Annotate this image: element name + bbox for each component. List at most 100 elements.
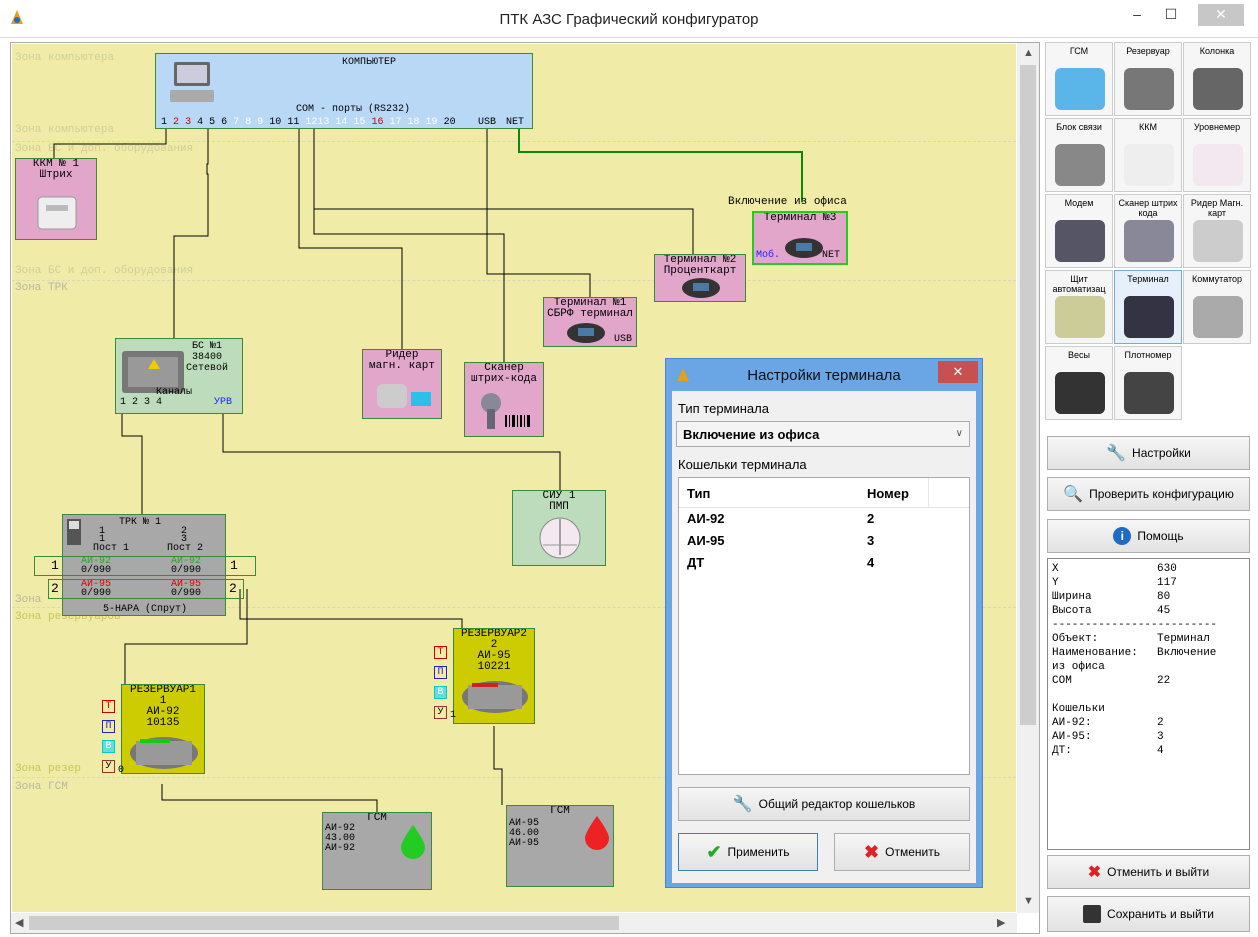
check-config-button[interactable]: 🔍 Проверить конфигурацию — [1047, 477, 1250, 511]
tool-tank[interactable]: Резервуар — [1114, 42, 1182, 116]
info-value: Терминал — [1157, 633, 1210, 645]
column-type[interactable]: Тип — [679, 478, 859, 507]
reservoir-2-node[interactable]: РЕЗЕРВУАР2 2 АИ-95 10221 — [453, 628, 535, 724]
list-item[interactable]: ДТ 4 — [679, 552, 969, 574]
tool-panel[interactable]: Щит автоматизац — [1045, 270, 1113, 344]
list-item[interactable]: АИ-92 2 — [679, 508, 969, 530]
tool-densimeter[interactable]: Плотномер — [1114, 346, 1182, 420]
reservoir-1-volume: 10135 — [146, 717, 180, 729]
scales-icon — [1055, 372, 1105, 414]
tool-label: Весы — [1068, 350, 1090, 360]
usb-port-label: USB — [478, 117, 497, 128]
horizontal-scrollbar[interactable]: ◀ ▶ — [11, 913, 1017, 933]
terminal-type-select[interactable]: Включение из офиса ∨ — [676, 421, 970, 447]
save-exit-button[interactable]: Сохранить и выйти — [1047, 896, 1250, 932]
info-key: COM — [1052, 675, 1072, 687]
trk-model: 5-НАРА (Спрут) — [103, 604, 188, 615]
cancel-exit-button[interactable]: ✖ Отменить и выйти — [1047, 855, 1250, 889]
reservoir-1-p-sensor[interactable]: П — [102, 720, 115, 733]
reservoir-2-u-sensor[interactable]: У — [434, 706, 447, 719]
trk-volume: 0/990 — [171, 565, 202, 576]
tool-level-gauge[interactable]: Уровнемер — [1183, 118, 1251, 192]
trk-title: ТРК № 1 — [119, 517, 162, 528]
column-number[interactable]: Номер — [859, 478, 929, 507]
info-value: 117 — [1157, 577, 1177, 589]
tool-modem[interactable]: Модем — [1045, 194, 1113, 268]
reservoir-2-v-sensor[interactable]: В — [434, 686, 447, 699]
help-button[interactable]: i Помощь — [1047, 519, 1250, 553]
info-value: 22 — [1157, 675, 1171, 687]
wallets-list[interactable]: Тип Номер АИ-92 2 АИ-95 3 ДТ 4 — [678, 477, 970, 775]
tool-scales[interactable]: Весы — [1045, 346, 1113, 420]
gsm-1-node[interactable]: ГСМ АИ-92 43.00 АИ-92 — [322, 812, 432, 890]
tool-label: Резервуар — [1126, 46, 1170, 56]
wallet-number: 4 — [867, 555, 875, 570]
scroll-right-icon[interactable]: ▶ — [997, 916, 1005, 929]
checkmark-icon: ✔ — [706, 841, 722, 862]
apply-button[interactable]: ✔ Применить — [678, 833, 818, 871]
reservoir-2-p-sensor[interactable]: П — [434, 666, 447, 679]
switch-icon — [1193, 296, 1243, 338]
gsm-2-node[interactable]: ГСМ АИ-95 46.00 АИ-95 — [506, 805, 614, 887]
reservoir-1-u-sensor[interactable]: У — [102, 760, 115, 773]
kkm-node[interactable]: ККМ № 1 Штрих — [15, 158, 97, 240]
magnifier-icon: 🔍 — [1063, 486, 1084, 503]
trk-nozzle-num: 1 — [230, 558, 238, 573]
tool-card-reader[interactable]: Ридер Магн. карт — [1183, 194, 1251, 268]
trk-nozzle-row-2[interactable]: 2 АИ-95 0/990 АИ-95 0/990 2 — [48, 579, 244, 599]
close-button[interactable]: ✕ — [1198, 4, 1244, 26]
info-key: Объект: — [1052, 633, 1099, 645]
scroll-left-icon[interactable]: ◀ — [15, 916, 23, 929]
computer-node[interactable]: КОМПЬЮТЕР COM - порты (RS232) 1 2 3 4 5 … — [155, 53, 533, 129]
siu-node[interactable]: СИУ 1 ПМП — [512, 490, 606, 566]
tool-terminal[interactable]: Терминал — [1114, 270, 1182, 344]
dialog-title: Настройки терминала — [747, 367, 901, 384]
reservoir-1-channel: 0 — [118, 765, 125, 776]
reservoir-1-node[interactable]: РЕЗЕРВУАР1 1 АИ-92 10135 — [121, 684, 205, 774]
save-exit-label: Сохранить и выйти — [1107, 907, 1214, 921]
computer-title: КОМПЬЮТЕР — [342, 57, 397, 68]
cancel-button[interactable]: ✖ Отменить — [834, 833, 970, 871]
maximize-button[interactable]: ☐ — [1156, 4, 1186, 26]
scroll-down-icon[interactable]: ▼ — [1023, 895, 1034, 907]
scroll-up-icon[interactable]: ▲ — [1023, 47, 1034, 59]
cross-icon: ✖ — [864, 841, 880, 862]
trk-post2-label: Пост 2 — [167, 543, 204, 554]
fuel-drop-icon — [401, 825, 425, 859]
tool-cash-register[interactable]: ККМ — [1114, 118, 1182, 192]
settings-button[interactable]: 🔧 Настройки — [1047, 436, 1250, 470]
terminal-1-node[interactable]: Терминал №1 СБРФ терминал USB — [543, 297, 637, 347]
tools-icon: 🔧 — [732, 796, 753, 813]
vertical-scrollbar[interactable]: ▲ ▼ — [1017, 43, 1039, 913]
bs-urv-label: УРВ — [214, 397, 233, 408]
gsm-2-fuel-2: АИ-95 — [509, 838, 540, 849]
terminal-3-node[interactable]: Терминал №3 Моб. NET — [752, 211, 848, 265]
vertical-scroll-thumb[interactable] — [1020, 65, 1036, 725]
cash-register-icon — [1124, 144, 1174, 186]
wallet-editor-button[interactable]: 🔧 Общий редактор кошельков — [678, 787, 970, 821]
barcode-scanner-icon — [1124, 220, 1174, 262]
tool-fuel-drop[interactable]: ГСМ — [1045, 42, 1113, 116]
reservoir-1-t-sensor[interactable]: Т — [102, 700, 115, 713]
cancel-exit-label: Отменить и выйти — [1107, 865, 1210, 879]
barcode-scanner-node[interactable]: Сканер штрих-кода — [464, 362, 544, 437]
tool-pump[interactable]: Колонка — [1183, 42, 1251, 116]
reservoir-1-v-sensor[interactable]: В — [102, 740, 115, 753]
bs-node[interactable]: БС №1 38400 Сетевой Каналы 1 2 3 4 УРВ — [115, 338, 243, 414]
dialog-close-button[interactable]: ✕ — [938, 361, 978, 383]
terminal-type-value: Включение из офиса — [683, 427, 820, 442]
terminal-icon — [682, 278, 720, 298]
tool-label: Коммутатор — [1191, 274, 1243, 284]
tool-barcode-scanner[interactable]: Сканер штрих кода — [1114, 194, 1182, 268]
tool-comm-block[interactable]: Блок связи — [1045, 118, 1113, 192]
tool-label: Модем — [1064, 198, 1094, 208]
computer-icon — [170, 62, 214, 102]
minimize-button[interactable]: – — [1122, 4, 1152, 26]
list-item[interactable]: АИ-95 3 — [679, 530, 969, 552]
terminal-2-node[interactable]: Терминал №2 Проценткарт — [654, 254, 746, 302]
tool-switch[interactable]: Коммутатор — [1183, 270, 1251, 344]
reservoir-2-t-sensor[interactable]: Т — [434, 646, 447, 659]
trk-nozzle-row-1[interactable]: 1 АИ-92 0/990 АИ-92 0/990 1 — [34, 556, 256, 576]
card-reader-node[interactable]: Ридер магн. карт — [362, 349, 442, 419]
horizontal-scroll-thumb[interactable] — [29, 916, 619, 930]
